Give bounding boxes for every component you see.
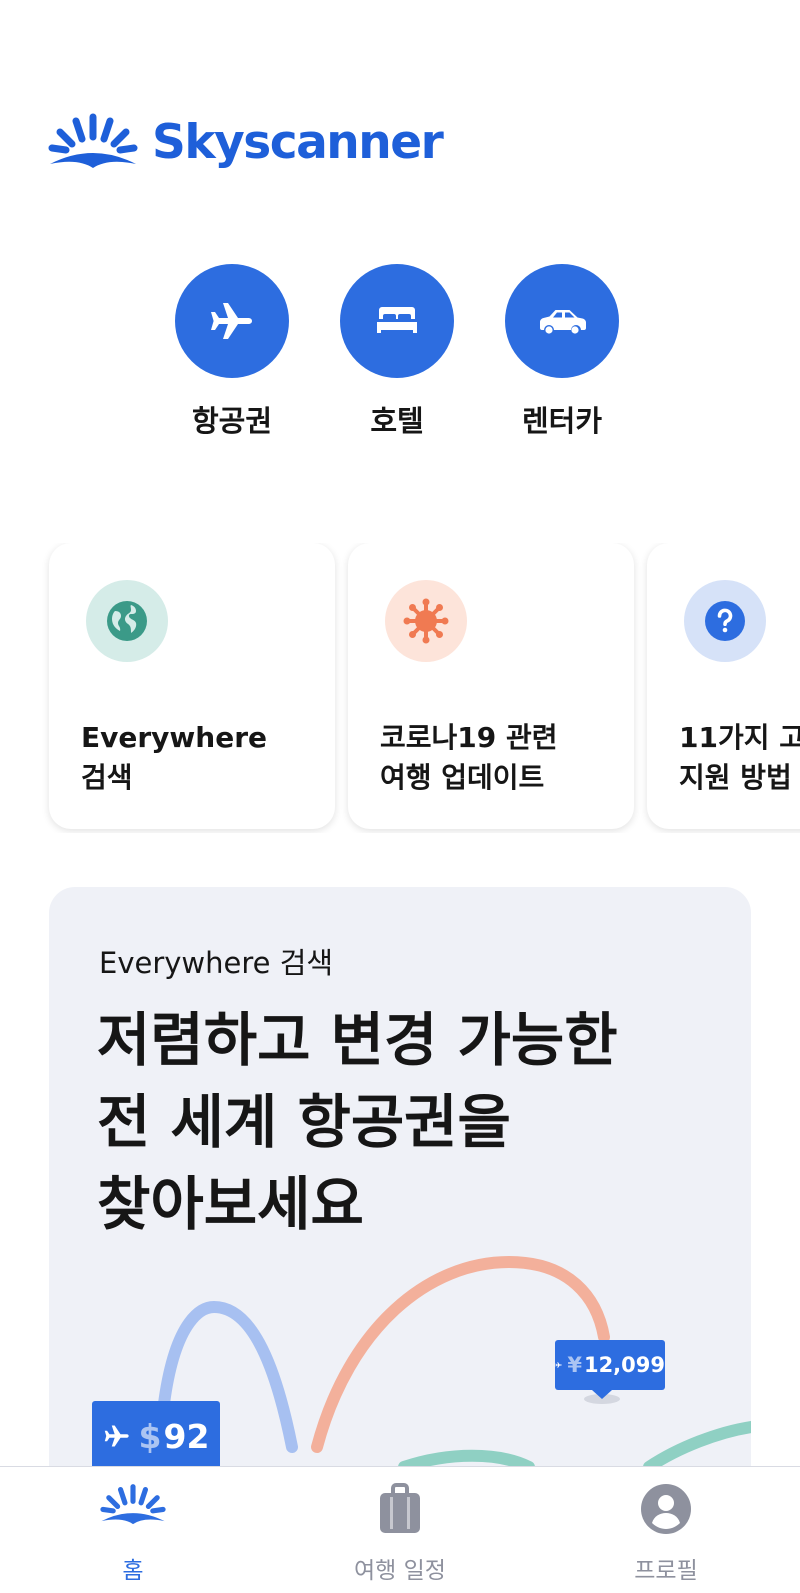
car-icon (540, 310, 586, 334)
hotels-button[interactable]: 호텔 (317, 264, 477, 440)
feature-cards-carousel[interactable]: Everywhere 검색 코로나19 관련 여행 업데이트 11가지 고 지원… (0, 543, 800, 833)
covid-updates-card[interactable]: 코로나19 관련 여행 업데이트 (348, 543, 634, 829)
airplane-icon (211, 303, 252, 339)
price-currency: ¥ (567, 1353, 582, 1377)
promo-subtitle: Everywhere 검색 (99, 946, 334, 980)
flights-label: 항공권 (191, 404, 273, 438)
skyscanner-logo: Skyscanner (48, 112, 444, 172)
price-tag-small: ¥ 12,099 (555, 1340, 665, 1390)
card-title: 11가지 고 지원 방법 (679, 721, 800, 794)
globe-icon (107, 601, 147, 641)
bed-icon (377, 307, 417, 333)
virus-icon (403, 598, 449, 644)
tab-label: 홈 (122, 1558, 144, 1584)
brand-name: Skyscanner (152, 114, 444, 170)
support-card[interactable]: 11가지 고 지원 방법 (647, 543, 800, 829)
skyscanner-home-icon (100, 1484, 166, 1525)
tab-label: 여행 일정 (354, 1558, 446, 1584)
flights-button[interactable]: 항공권 (152, 264, 312, 440)
question-icon (705, 601, 745, 641)
tab-home[interactable]: 홈 (33, 1467, 233, 1593)
quick-actions: 항공권 호텔 렌터카 (0, 264, 800, 444)
tab-label: 프로필 (634, 1558, 698, 1584)
hotels-label: 호텔 (370, 404, 424, 438)
card-title: 코로나19 관련 여행 업데이트 (380, 721, 558, 794)
bottom-tab-bar: 홈 여행 일정 프로필 (0, 1466, 800, 1593)
car-hire-button[interactable]: 렌터카 (482, 264, 642, 440)
price-currency: $ (138, 1416, 162, 1456)
sunrise-logo-icon (48, 113, 138, 168)
everywhere-card[interactable]: Everywhere 검색 (49, 543, 335, 829)
price-amount: 92 (163, 1416, 210, 1456)
price-tag-large: $ 92 (92, 1401, 220, 1471)
airplane-icon (104, 1425, 129, 1447)
price-amount: 12,099 (583, 1353, 665, 1377)
tab-trips[interactable]: 여행 일정 (300, 1467, 500, 1593)
promo-title: 저렴하고 변경 가능한 전 세계 항공권을 찾아보세요 (97, 1006, 618, 1238)
airplane-icon (555, 1362, 562, 1368)
card-title: Everywhere 검색 (81, 721, 268, 794)
car-hire-label: 렌터카 (521, 404, 603, 438)
tab-profile[interactable]: 프로필 (566, 1467, 766, 1593)
luggage-icon (380, 1483, 420, 1533)
profile-icon (641, 1484, 691, 1534)
